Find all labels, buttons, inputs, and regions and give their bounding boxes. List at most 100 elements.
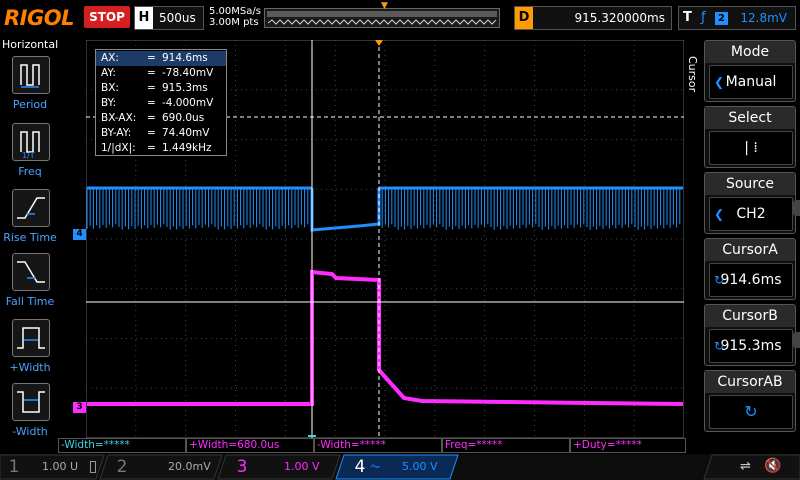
channel-4-status[interactable]: 4 ⏦ 5.00 V (350, 455, 450, 479)
menu-source[interactable]: Source ❮ CH2 (704, 172, 796, 234)
delay-readout[interactable]: D 915.320000ms (514, 6, 672, 30)
measurement-item[interactable]: -Width=***** (314, 438, 442, 453)
menu-cursor-b[interactable]: CursorB ↻ 915.3ms (704, 304, 796, 366)
channel-1-number: 1 (8, 457, 20, 477)
channel-4-number: 4 (354, 457, 366, 477)
horizontal-measure-panel: Horizontal Period 1/T Freq Rise Time Fal… (0, 36, 60, 454)
timebase-readout[interactable]: H 500us (134, 6, 204, 30)
left-chevron-icon: ❮ (714, 75, 725, 89)
cursor-key: BX: (101, 82, 119, 94)
measure-rise-time[interactable]: Rise Time (0, 189, 60, 251)
cursor-value: 1.449kHz (162, 142, 212, 154)
menu-cursor-a-value-box: ↻ 914.6ms (709, 263, 793, 297)
measure-negative-width[interactable]: -Width (0, 383, 60, 445)
negative-width-icon (12, 383, 50, 421)
measure-positive-width-label: +Width (9, 361, 51, 374)
menu-scroll-tab[interactable] (793, 200, 800, 216)
cursor-value: -4.000mV (162, 97, 214, 109)
menu-mode-value-box: ❮ Manual (709, 65, 793, 99)
delay-label: D (515, 7, 533, 29)
menu-cursor-b-value: 915.3ms (720, 338, 782, 354)
rise-time-icon (12, 189, 50, 227)
measurement-item[interactable]: Freq=***** (442, 438, 570, 453)
equals-sign: = (147, 97, 156, 109)
rotate-knob-icon: ↻ (714, 273, 725, 287)
freq-icon: 1/T (12, 123, 50, 161)
delay-value: 915.320000ms (574, 11, 665, 25)
channel-status-bar: 1 1.00 U 2 20.0mV 3 1.00 V 4 ⏦ 5.00 V ⇌ … (0, 454, 800, 480)
channel-3-status[interactable]: 3 1.00 V (232, 455, 332, 479)
cursor-key: AX: (101, 52, 119, 64)
measure-rise-time-label: Rise Time (3, 231, 57, 244)
equals-sign: = (147, 142, 156, 154)
cursor-menu-panel: Mode ❮ Manual Select | ⁞ Source ❮ CH2 Cu… (704, 36, 800, 454)
cursor-value: 914.6ms (162, 52, 208, 64)
svg-text:1/T: 1/T (22, 151, 35, 160)
menu-cursor-a-title: CursorA (705, 239, 795, 261)
menu-select-title: Select (705, 107, 795, 129)
timebase-value: 500us (159, 11, 196, 25)
memory-overview-trace (267, 11, 497, 25)
equals-sign: = (147, 82, 156, 94)
measurement-item[interactable]: +Width=680.0us (186, 438, 314, 453)
menu-mode[interactable]: Mode ❮ Manual (704, 40, 796, 102)
cursor-value: 690.0us (162, 112, 205, 124)
channel-2-status[interactable]: 2 20.0mV (112, 455, 216, 479)
period-icon (12, 56, 50, 94)
speaker-muted-icon[interactable]: 🔇 (764, 458, 781, 474)
cursor-row-ay: AY: = -78.40mV (96, 66, 226, 81)
channel-1-status[interactable]: 1 1.00 U (4, 455, 100, 479)
cursor-key: AY: (101, 67, 116, 79)
brand-logo: RIGOL (4, 6, 74, 30)
cursor-value: 915.3ms (162, 82, 208, 94)
cursor-key: 1/|dX|: (101, 142, 136, 154)
menu-scroll-tab[interactable] (793, 332, 800, 348)
menu-cursor-b-title: CursorB (705, 305, 795, 327)
cursor-row-dy: BY-AY: = 74.40mV (96, 126, 226, 141)
ch3-offset-marker[interactable]: 3 (73, 402, 86, 413)
trigger-level: 12.8mV (740, 11, 787, 25)
horizontal-label: H (135, 7, 153, 29)
equals-sign: = (147, 52, 156, 64)
dc-coupling-icon: ⏦ (370, 459, 381, 474)
top-status-bar: RIGOL STOP H 500us 5.00MSa/s 3.00M pts ▼… (0, 0, 800, 36)
measure-freq[interactable]: 1/T Freq (0, 123, 60, 185)
memory-depth: 3.00M pts (209, 17, 259, 28)
trigger-source-badge: 2 (715, 12, 728, 25)
measure-positive-width[interactable]: +Width (0, 319, 60, 381)
positive-width-icon (12, 319, 50, 357)
ch4-offset-marker[interactable]: 4 (73, 229, 86, 240)
sample-rate: 5.00MSa/s (209, 6, 261, 17)
cursor-readout-panel: AX: = 914.6ms AY: = -78.40mV BX: = 915.3… (95, 49, 227, 156)
menu-select-value-box: | ⁞ (709, 131, 793, 165)
menu-cursor-a[interactable]: CursorA ↻ 914.6ms (704, 238, 796, 300)
run-stop-button[interactable]: STOP (84, 6, 130, 28)
menu-select[interactable]: Select | ⁞ (704, 106, 796, 168)
channel-2-number: 2 (116, 457, 128, 477)
menu-cursor-ab[interactable]: CursorAB ↻ (704, 370, 796, 432)
channel-3-scale: 1.00 V (284, 460, 320, 473)
cursor-value: 74.40mV (162, 127, 210, 139)
equals-sign: = (147, 127, 156, 139)
cursor-row-ax: AX: = 914.6ms (96, 51, 226, 66)
trigger-readout[interactable]: T ƒ 2 12.8mV (678, 6, 796, 30)
rotate-knob-icon: ↻ (714, 339, 725, 353)
usb-icon: ⇌ (740, 459, 751, 474)
menu-mode-value: Manual (725, 74, 777, 90)
memory-overview-bar[interactable]: ▼ (264, 1, 500, 28)
channel-1-scale: 1.00 U (42, 460, 79, 473)
measurement-item[interactable]: -Width=***** (58, 438, 186, 453)
left-chevron-icon: ❮ (714, 207, 725, 221)
menu-cursor-ab-title: CursorAB (705, 371, 795, 393)
menu-vertical-label: Cursor (686, 56, 699, 93)
measure-fall-time[interactable]: Fall Time (0, 253, 60, 315)
cursor-key: BY: (101, 97, 117, 109)
acquisition-info: 5.00MSa/s 3.00M pts (209, 6, 261, 28)
channel-2-scale: 20.0mV (168, 460, 211, 473)
menu-cursor-ab-value-box: ↻ (709, 395, 793, 429)
left-panel-title: Horizontal (2, 38, 59, 51)
measure-period[interactable]: Period (0, 56, 60, 118)
measurement-item[interactable]: +Duty=***** (570, 438, 686, 453)
menu-mode-title: Mode (705, 41, 795, 63)
cursor-row-by: BY: = -4.000mV (96, 96, 226, 111)
